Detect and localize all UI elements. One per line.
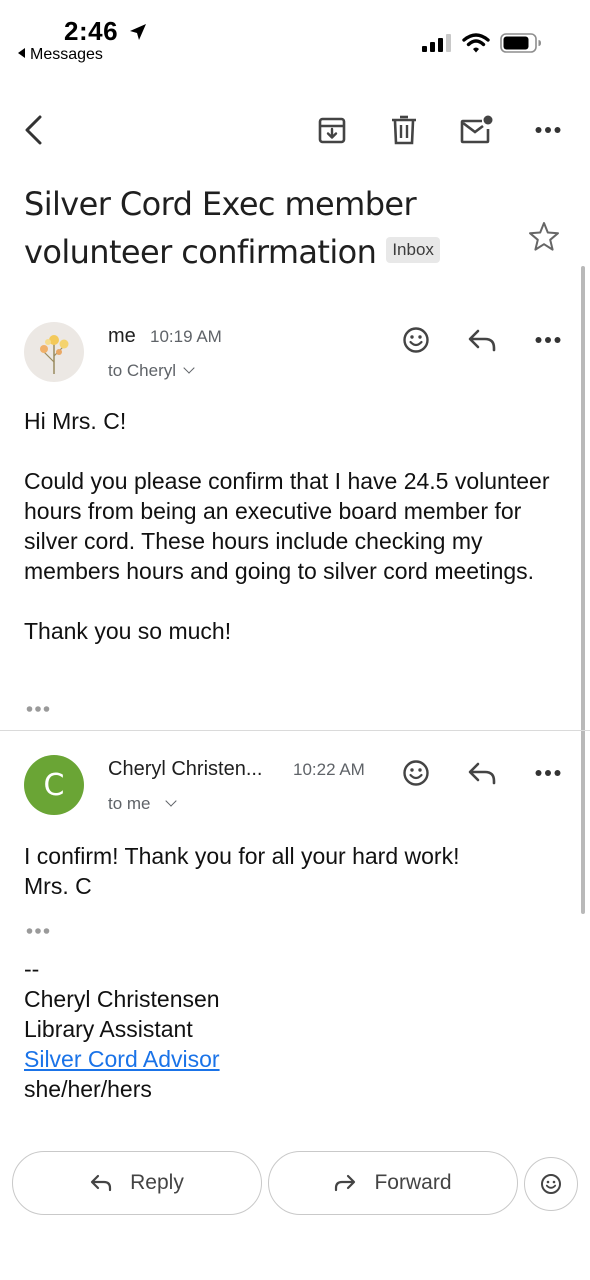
trash-icon[interactable] [384, 110, 424, 150]
status-time: 2:46 [64, 16, 119, 46]
emoji-reaction-icon[interactable] [396, 753, 436, 793]
inbox-label[interactable]: Inbox [386, 237, 440, 263]
star-icon[interactable] [524, 216, 564, 256]
flower-avatar-icon [40, 335, 69, 374]
cellular-signal-icon [422, 34, 451, 52]
recipient-details[interactable]: to Cheryl [108, 361, 195, 381]
forward-label: Forward [374, 1171, 452, 1194]
show-trimmed-content-button[interactable] [26, 922, 52, 940]
scrollbar[interactable] [581, 266, 585, 914]
mark-unread-icon[interactable] [456, 110, 496, 150]
signature-link[interactable]: Silver Cord Advisor [24, 1046, 220, 1072]
recipient-label: to Cheryl [108, 361, 177, 380]
signature-pronouns: she/her/hers [24, 1076, 152, 1102]
signature: -- Cheryl Christensen Library Assistant … [24, 954, 424, 1104]
forward-button[interactable]: Forward [268, 1151, 518, 1215]
message-time: 10:19 AM [150, 327, 222, 346]
avatar: C [24, 755, 84, 815]
signature-name: Cheryl Christensen [24, 986, 220, 1012]
message-more-icon[interactable] [528, 320, 568, 360]
sender-name: Cheryl Christen... [108, 758, 263, 780]
recipient-details[interactable]: to me [108, 794, 177, 814]
emoji-reaction-button[interactable] [524, 1157, 578, 1211]
forward-arrow-icon [335, 1174, 356, 1192]
reply-arrow-icon [91, 1174, 112, 1192]
back-triangle-icon [18, 48, 25, 58]
subject-title: Silver Cord Exec member volunteer confir… [24, 185, 417, 271]
back-arrow-icon[interactable] [14, 110, 54, 150]
reply-icon[interactable] [462, 753, 502, 793]
message-divider [0, 730, 590, 731]
back-app-label: Messages [30, 46, 103, 63]
wifi-icon [462, 33, 490, 53]
chevron-down-icon [183, 362, 195, 374]
signature-separator: -- [24, 956, 40, 982]
archive-icon[interactable] [312, 110, 352, 150]
more-options-icon[interactable] [528, 110, 568, 150]
show-trimmed-content-button[interactable] [26, 700, 52, 718]
sender-name: me [108, 325, 136, 347]
signature-role: Library Assistant [24, 1016, 193, 1042]
message-more-icon[interactable] [528, 753, 568, 793]
battery-icon [500, 33, 541, 53]
avatar [24, 322, 84, 382]
reply-label: Reply [130, 1171, 184, 1194]
ellipsis-icon [26, 928, 50, 934]
reply-icon[interactable] [462, 320, 502, 360]
back-to-app-link[interactable]: Messages [18, 46, 103, 64]
ellipsis-icon [26, 706, 50, 712]
chevron-down-icon [164, 795, 177, 807]
reply-button[interactable]: Reply [12, 1151, 262, 1215]
emoji-reaction-icon[interactable] [396, 320, 436, 360]
emoji-icon [541, 1174, 561, 1194]
message-time: 10:22 AM [293, 760, 365, 779]
message-body: Hi Mrs. C! Could you please confirm that… [24, 408, 550, 644]
email-subject: Silver Cord Exec member volunteer confir… [24, 180, 494, 276]
message-body: I confirm! Thank you for all your hard w… [24, 843, 460, 899]
recipient-label: to me [108, 794, 151, 813]
location-arrow-icon [130, 24, 146, 40]
